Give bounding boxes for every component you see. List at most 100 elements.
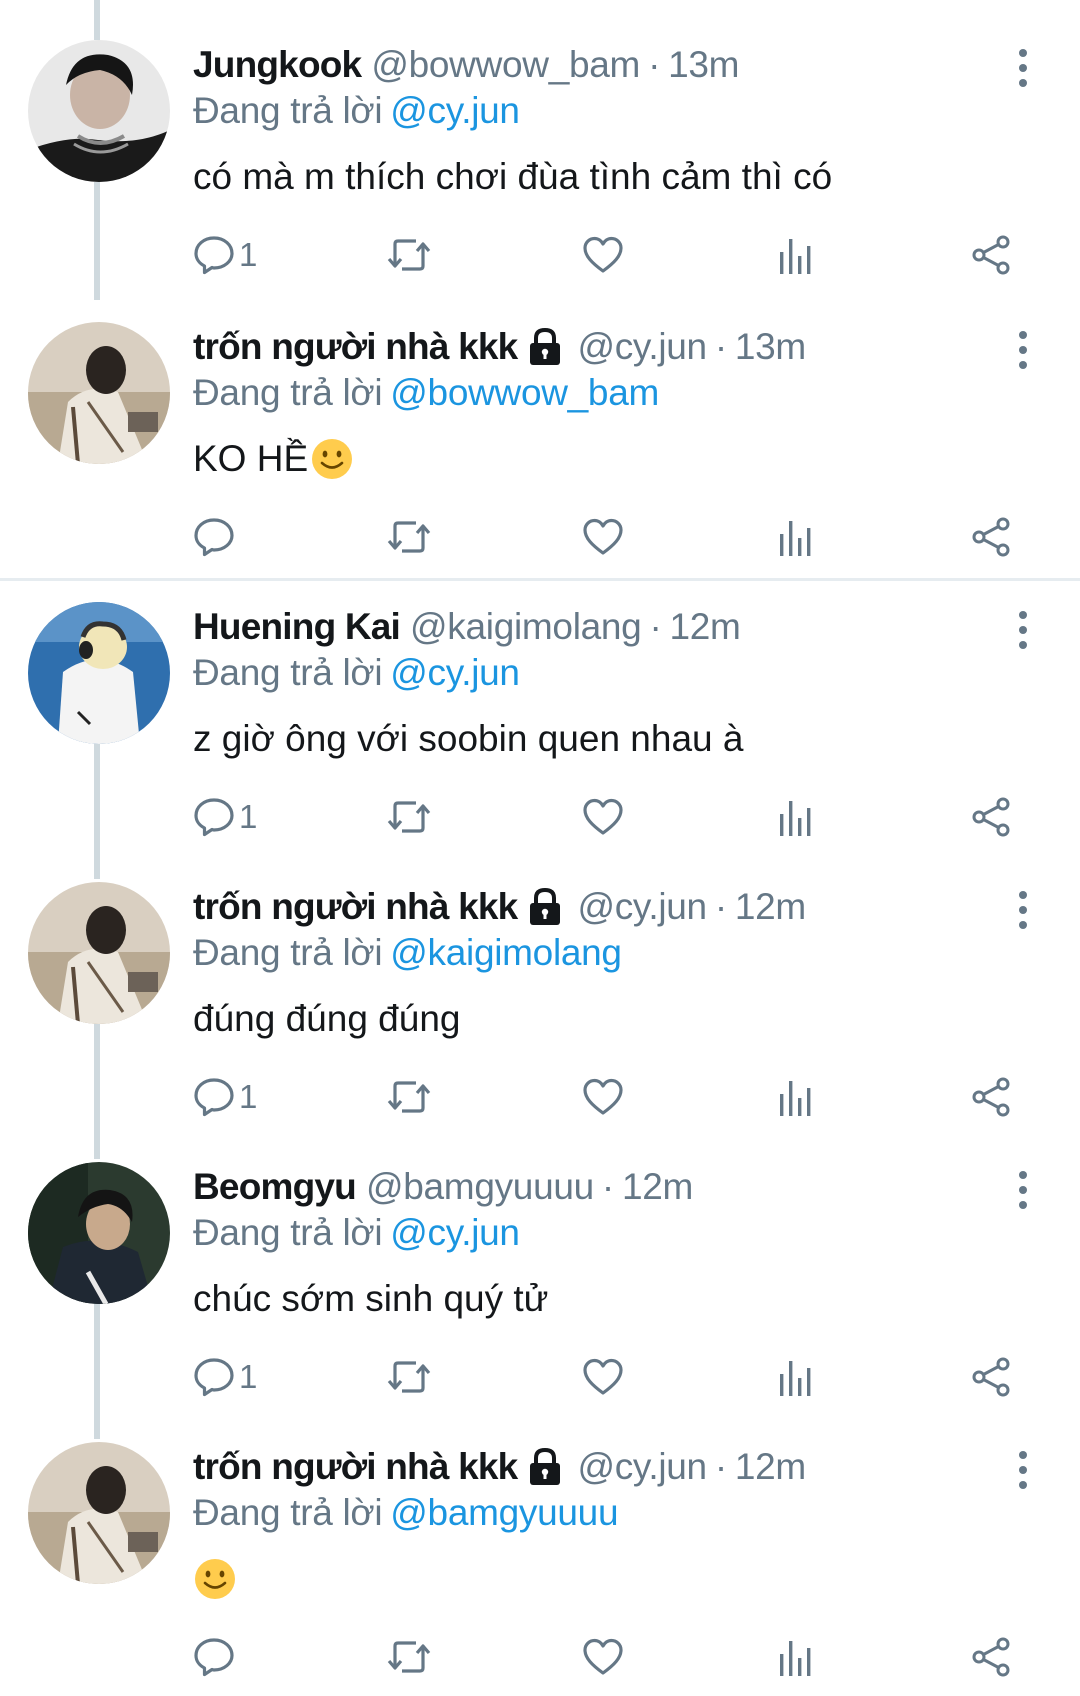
action-bar: 1: [0, 1072, 1080, 1122]
lock-icon: [527, 887, 563, 927]
separator-dot: ·: [601, 1166, 614, 1207]
tweet-text: [193, 1554, 237, 1604]
timestamp[interactable]: 12m: [735, 1446, 806, 1488]
avatar[interactable]: [28, 322, 170, 464]
share-icon: [972, 1077, 1010, 1117]
speech-bubble-icon: [194, 518, 234, 557]
replying-label: Đang trả lời: [193, 652, 383, 693]
tweet-header: Huening Kai @kaigimolang · 12m: [193, 602, 741, 652]
like-button[interactable]: [582, 1072, 624, 1122]
more-icon[interactable]: [1008, 608, 1038, 652]
share-icon: [972, 1357, 1010, 1397]
replying-label: Đang trả lời: [193, 372, 383, 413]
retweet-icon: [387, 521, 431, 553]
display-name[interactable]: trốn người nhà kkk: [193, 1446, 518, 1488]
share-button[interactable]: [970, 1352, 1012, 1402]
analytics-button[interactable]: [776, 512, 816, 562]
avatar[interactable]: [28, 602, 170, 744]
share-button[interactable]: [970, 1632, 1012, 1682]
replying-label: Đang trả lời: [193, 1212, 383, 1253]
bar-chart-icon: [780, 1361, 811, 1396]
bar-chart-icon: [780, 239, 811, 274]
display-name[interactable]: trốn người nhà kkk: [193, 326, 518, 368]
reply-button[interactable]: [193, 512, 239, 562]
more-icon[interactable]: [1008, 888, 1038, 932]
retweet-button[interactable]: [386, 792, 432, 842]
analytics-button[interactable]: [776, 792, 816, 842]
retweet-button[interactable]: [386, 230, 432, 280]
mention-link[interactable]: @cy.jun: [390, 90, 520, 131]
reply-button[interactable]: 1: [193, 792, 257, 842]
timestamp[interactable]: 12m: [622, 1166, 693, 1208]
share-icon: [972, 517, 1010, 557]
tweet[interactable]: Huening Kai @kaigimolang · 12m Đang trả …: [0, 562, 1080, 842]
tweet[interactable]: trốn người nhà kkk @cy.jun · 13m Đang tr…: [0, 282, 1080, 562]
tweet-header: Jungkook @bowwow_bam · 13m: [193, 40, 739, 90]
reply-thread: Jungkook @bowwow_bam · 13m Đang trả lời @…: [0, 0, 1080, 1696]
tweet[interactable]: Jungkook @bowwow_bam · 13m Đang trả lời @…: [0, 0, 1080, 280]
avatar[interactable]: [28, 1442, 170, 1584]
tweet[interactable]: trốn người nhà kkk @cy.jun · 12m Đang tr…: [0, 842, 1080, 1122]
tweet[interactable]: trốn người nhà kkk @cy.jun · 12m Đang tr…: [0, 1402, 1080, 1682]
mention-link[interactable]: @bowwow_bam: [390, 372, 659, 413]
retweet-button[interactable]: [386, 512, 432, 562]
like-button[interactable]: [582, 230, 624, 280]
tweet[interactable]: Beomgyu @bamgyuuuu · 12m Đang trả lời @cy…: [0, 1122, 1080, 1402]
user-handle[interactable]: @bamgyuuuu: [366, 1166, 594, 1208]
like-button[interactable]: [582, 792, 624, 842]
more-icon[interactable]: [1008, 1168, 1038, 1212]
replying-label: Đang trả lời: [193, 932, 383, 973]
avatar[interactable]: [28, 1162, 170, 1304]
share-button[interactable]: [970, 792, 1012, 842]
reply-button[interactable]: 1: [193, 230, 257, 280]
display-name[interactable]: Jungkook: [193, 44, 362, 86]
avatar[interactable]: [28, 40, 170, 182]
tweet-header: trốn người nhà kkk @cy.jun · 12m: [193, 882, 806, 932]
display-name[interactable]: Huening Kai: [193, 606, 401, 648]
heart-icon: [583, 1078, 623, 1115]
avatar[interactable]: [28, 882, 170, 1024]
retweet-button[interactable]: [386, 1072, 432, 1122]
analytics-button[interactable]: [776, 230, 816, 280]
display-name[interactable]: trốn người nhà kkk: [193, 886, 518, 928]
share-button[interactable]: [970, 512, 1012, 562]
tweet-text-content: đúng đúng đúng: [193, 998, 461, 1039]
like-button[interactable]: [582, 1352, 624, 1402]
more-icon[interactable]: [1008, 1448, 1038, 1492]
reply-button[interactable]: [193, 1632, 239, 1682]
bar-chart-icon: [780, 1641, 811, 1676]
speech-bubble-icon: [194, 1078, 234, 1117]
mention-link[interactable]: @cy.jun: [390, 1212, 520, 1253]
more-icon[interactable]: [1008, 46, 1038, 90]
timestamp[interactable]: 13m: [668, 44, 739, 86]
retweet-icon: [387, 1081, 431, 1113]
user-handle[interactable]: @cy.jun: [577, 1446, 707, 1488]
timestamp[interactable]: 13m: [735, 326, 806, 368]
mention-link[interactable]: @cy.jun: [390, 652, 520, 693]
like-button[interactable]: [582, 512, 624, 562]
analytics-button[interactable]: [776, 1072, 816, 1122]
retweet-button[interactable]: [386, 1352, 432, 1402]
analytics-button[interactable]: [776, 1352, 816, 1402]
reply-button[interactable]: 1: [193, 1072, 257, 1122]
like-button[interactable]: [582, 1632, 624, 1682]
share-button[interactable]: [970, 230, 1012, 280]
timestamp[interactable]: 12m: [735, 886, 806, 928]
more-icon[interactable]: [1008, 328, 1038, 372]
share-button[interactable]: [970, 1072, 1012, 1122]
reply-button[interactable]: 1: [193, 1352, 257, 1402]
mention-link[interactable]: @bamgyuuuu: [390, 1492, 618, 1533]
user-handle[interactable]: @cy.jun: [577, 326, 707, 368]
separator-dot: ·: [714, 1446, 727, 1487]
user-handle[interactable]: @bowwow_bam: [371, 44, 640, 86]
action-bar: 1: [0, 1352, 1080, 1402]
user-handle[interactable]: @kaigimolang: [410, 606, 642, 648]
replying-label: Đang trả lời: [193, 90, 383, 131]
analytics-button[interactable]: [776, 1632, 816, 1682]
mention-link[interactable]: @kaigimolang: [390, 932, 622, 973]
replying-to: Đang trả lời @cy.jun: [193, 652, 520, 694]
user-handle[interactable]: @cy.jun: [577, 886, 707, 928]
timestamp[interactable]: 12m: [670, 606, 741, 648]
display-name[interactable]: Beomgyu: [193, 1166, 357, 1208]
retweet-button[interactable]: [386, 1632, 432, 1682]
